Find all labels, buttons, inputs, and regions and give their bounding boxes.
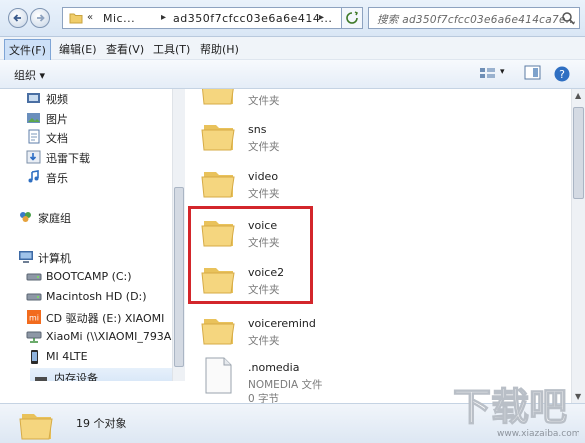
thunder-download-icon [26,150,41,164]
navigation-pane: 视频 图片 文档 迅雷下载 音乐 家庭组 计算机 BOOTCAMP (C:) M… [0,89,172,381]
homegroup-icon [20,212,31,222]
highlight-box [188,206,313,304]
file-type: NOMEDIA 文件 [248,379,323,391]
file-type: 文件夹 [248,188,280,200]
sidebar-item-label: 文档 [46,132,68,145]
search-input[interactable]: 搜索 ad350f7cfcc03e6a6e414ca7e... [368,7,580,29]
refresh-button[interactable] [341,7,363,29]
scroll-up-icon[interactable]: ▲ [575,91,581,100]
sidebar-item-label: 视频 [46,93,68,106]
file-type: 文件夹 [248,335,280,347]
video-library-icon [27,93,40,103]
menu-help[interactable]: 帮助(H) [196,41,243,57]
menu-edit[interactable]: 编辑(E) [55,41,101,57]
menu-tools[interactable]: 工具(T) [149,41,194,57]
sidebar-item-label: MI 4LTE [46,350,88,363]
documents-library-icon [28,129,40,144]
scrollbar-thumb[interactable] [174,187,184,367]
sidebar-item-label: CD 驱动器 (E:) XIAOMI [46,312,165,325]
drive-icon [26,273,42,281]
file-size: 0 字节 [248,393,280,403]
file-name: video [248,170,279,183]
computer-icon [19,251,33,263]
back-button[interactable] [8,8,28,28]
svg-text:www.xiazaiba.com: www.xiazaiba.com [497,429,579,439]
file-type: 文件夹 [248,95,280,107]
help-icon[interactable]: ? [553,65,571,83]
list-item[interactable]: voiceremind 文件夹 [186,311,546,353]
sidebar-scrollbar[interactable] [172,89,185,381]
sidebar-item-label: 家庭组 [38,212,71,225]
file-icon [205,357,232,394]
folder-icon [201,319,235,345]
list-item[interactable]: video 文件夹 [186,164,546,206]
breadcrumb-overflow[interactable]: « [87,12,93,23]
svg-text:下载吧: 下载吧 [453,385,567,429]
xiaomi-cd-icon: mi [27,310,41,324]
sidebar-item-label: 迅雷下载 [46,152,90,165]
address-field[interactable]: « Mic... ▸ ad350f7cfcc03e6a6e414... ▸ [62,7,362,29]
drive-icon [26,293,42,301]
folder-icon [201,172,235,198]
menu-bar: 文件(F) 编辑(E) 查看(V) 工具(T) 帮助(H) [0,37,585,61]
scrollbar-thumb[interactable] [573,107,584,199]
list-item[interactable]: 文件夹 [186,89,546,113]
file-name: sns [248,123,267,136]
file-name: voiceremind [248,317,316,330]
item-count: 19 个对象 [76,417,127,430]
file-list-scrollbar[interactable]: ▲ ▼ [571,89,585,403]
address-bar: « Mic... ▸ ad350f7cfcc03e6a6e414... ▸ 搜索… [0,0,585,37]
search-placeholder: 搜索 ad350f7cfcc03e6a6e414ca7e... [377,14,577,26]
sidebar-item-label: 计算机 [38,252,71,265]
svg-text:?: ? [559,68,565,81]
back-arrow-icon [13,14,21,22]
refresh-icon [346,11,359,24]
folder-icon [69,13,83,24]
view-dropdown-icon[interactable]: ▾ [500,67,505,77]
organize-button[interactable]: 组织 ▾ [14,67,45,83]
menu-file[interactable]: 文件(F) [4,39,51,61]
menu-view[interactable]: 查看(V) [102,41,148,57]
preview-pane-icon[interactable] [524,65,542,81]
sidebar-item-label: 内存设备 [54,372,98,381]
command-bar: 组织 ▾ ▾ ? [0,60,585,89]
search-icon[interactable] [561,11,575,25]
chevron-right-icon[interactable]: ▸ [319,12,324,23]
network-drive-icon [26,331,42,343]
breadcrumb-segment-1[interactable]: Mic... [103,12,135,25]
view-options-icon[interactable] [478,65,498,81]
watermark-logo: 下载吧 www.xiazaiba.com [449,378,580,440]
phone-icon [31,350,38,364]
sidebar-item-label: BOOTCAMP (C:) [46,270,132,283]
breadcrumb-segment-2[interactable]: ad350f7cfcc03e6a6e414... [173,12,332,25]
pictures-library-icon [27,113,40,123]
sidebar-item-label: 图片 [46,113,68,126]
sidebar-item-internal-storage[interactable]: 内存设备 [30,368,172,381]
chevron-right-icon[interactable]: ▸ [161,12,166,23]
forward-arrow-icon [37,14,45,22]
sidebar-item-label: XiaoMi (\\XIAOMI_793A) [46,330,172,343]
file-type: 文件夹 [248,141,280,153]
list-item[interactable]: sns 文件夹 [186,117,546,159]
forward-button[interactable] [30,8,50,28]
file-name: .nomedia [248,361,300,374]
svg-text:mi: mi [29,314,39,323]
folder-icon [201,125,235,151]
sidebar-item-label: 音乐 [46,172,68,185]
folder-icon [19,414,53,440]
storage-icon [35,377,47,381]
folder-icon [201,89,234,105]
xiazaiba-logo-icon: 下载吧 www.xiazaiba.com [452,384,580,439]
sidebar-item-label: Macintosh HD (D:) [46,290,147,303]
music-library-icon [28,170,39,183]
